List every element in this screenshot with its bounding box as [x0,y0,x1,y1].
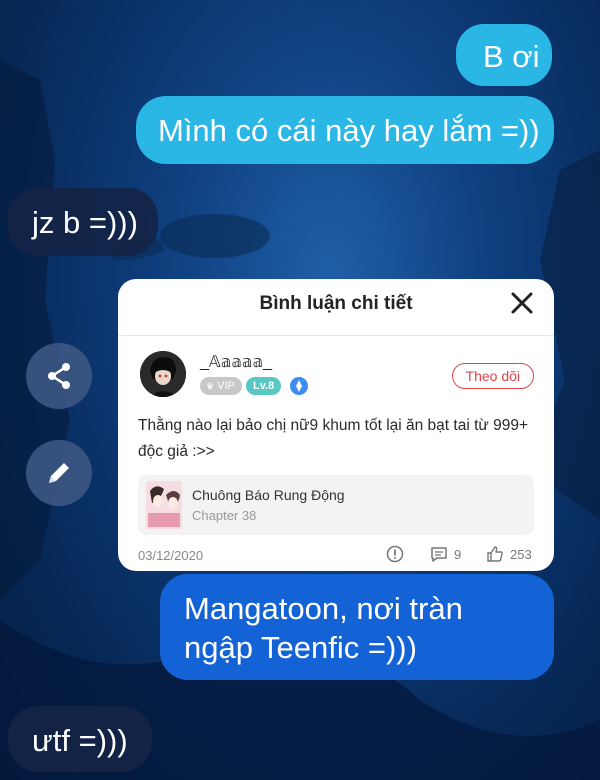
message-text: Mangatoon, nơi tràn ngập Teenfic =))) [184,591,463,665]
follow-button[interactable]: Theo dõi [451,363,534,389]
avatar[interactable] [140,351,186,397]
manga-title: Chuông Báo Rung Động [192,487,345,503]
card-title: Bình luận chi tiết [259,293,413,314]
comment-icon [431,547,447,562]
vip-badge: ♛ VIP [200,377,242,395]
manga-link[interactable]: Chuông Báo Rung Động Chapter 38 [138,475,534,535]
report-icon [386,545,404,563]
medal-icon [290,377,308,395]
vip-label: VIP [217,380,235,392]
message-bubble: Mangatoon, nơi tràn ngập Teenfic =))) [160,574,554,680]
manga-cover [146,481,182,529]
divider [118,335,554,336]
comment-date: 03/12/2020 [138,548,204,563]
message-text: ưtf =))) [32,723,128,758]
like-count: 253 [510,546,532,562]
like-button[interactable]: 253 [486,545,532,563]
message-text: B ơi [483,39,540,74]
message-text: Mình có cái này hay lắm =)) [158,113,540,148]
reply-button[interactable]: 9 [430,545,461,563]
comment-detail-card: Bình luận chi tiết _𝔸𝕒𝕒𝕒𝕒_ ♛ VIP Lv.8 Th… [118,279,554,571]
pencil-icon [49,463,69,483]
comment-text: Thằng nào lại bảo chị nữ9 khum tốt lại ă… [138,417,528,460]
message-bubble: jz b =))) [8,188,158,256]
report-button[interactable] [386,545,404,563]
level-badge: Lv.8 [246,377,282,395]
message-text: jz b =))) [32,205,138,240]
message-bubble: B ơi [456,24,552,86]
message-bubble: ưtf =))) [8,706,152,772]
reply-count: 9 [454,546,462,562]
message-bubble: Mình có cái này hay lắm =)) [136,96,554,164]
share-button[interactable] [26,343,92,409]
share-icon [48,363,70,389]
thumbs-up-icon [487,546,503,562]
manga-chapter: Chapter 38 [192,508,257,523]
username[interactable]: _𝔸𝕒𝕒𝕒𝕒_ [200,352,272,372]
edit-button[interactable] [26,440,92,506]
close-icon[interactable] [508,289,536,317]
